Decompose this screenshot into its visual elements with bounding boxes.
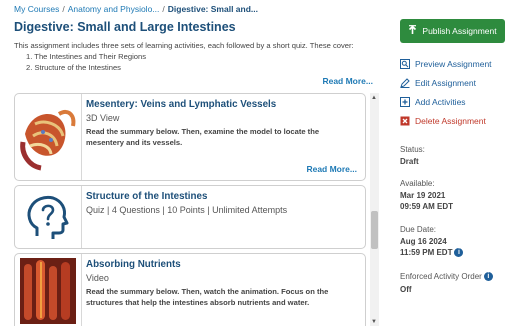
pencil-icon — [400, 78, 410, 88]
scroll-up-icon[interactable]: ▲ — [371, 95, 377, 101]
publish-label: Publish Assignment — [422, 26, 497, 36]
topic-item: 1. The Intestines and Their Regions — [26, 52, 147, 61]
available-label: Available: — [400, 179, 435, 188]
due-date-value: Aug 16 2024 — [400, 237, 447, 246]
add-label: Add Activities — [415, 97, 466, 107]
activity-type: 3D View — [86, 113, 120, 123]
edit-label: Edit Assignment — [415, 78, 476, 88]
info-icon[interactable]: i — [454, 248, 464, 258]
head-question-icon — [15, 186, 82, 248]
edit-assignment-button[interactable]: Edit Assignment — [400, 78, 476, 88]
breadcrumb-separator: / — [162, 4, 165, 14]
publish-assignment-button[interactable]: Publish Assignment — [400, 19, 505, 43]
enforced-order-row: Enforced Activity Order i — [400, 272, 493, 282]
scrollbar-thumb[interactable] — [371, 211, 378, 249]
due-time-value: 11:59 PM EDT — [400, 248, 453, 257]
delete-icon — [400, 116, 410, 126]
delete-assignment-button[interactable]: Delete Assignment — [400, 116, 486, 126]
add-activities-button[interactable]: Add Activities — [400, 97, 466, 107]
activity-summary: Read the summary below. Then, watch the … — [86, 287, 329, 307]
preview-label: Preview Assignment — [415, 59, 492, 69]
assignment-sidebar: Publish Assignment Preview Assignment Ed… — [390, 0, 515, 334]
due-date-label: Due Date: — [400, 225, 437, 234]
activity-type: Quiz | 4 Questions | 10 Points | Unlimit… — [86, 205, 288, 215]
breadcrumb-my-courses[interactable]: My Courses — [14, 4, 59, 14]
breadcrumb-separator: / — [62, 4, 65, 14]
activity-card-mesentery[interactable]: Mesentery: Veins and Lymphatic Vessels 3… — [14, 93, 366, 181]
available-time: 09:59 AM EDT — [400, 202, 454, 211]
info-icon[interactable]: i — [483, 272, 493, 282]
status-value: Draft — [400, 157, 419, 166]
preview-icon — [400, 59, 410, 69]
read-more-link[interactable]: Read More... — [322, 76, 373, 86]
topic-item: 2. Structure of the Intestines — [26, 63, 121, 72]
activity-scrollbar[interactable]: ▲ ▼ — [370, 93, 379, 326]
status-label: Status: — [400, 145, 425, 154]
assignment-main: My Courses / Anatomy and Physiolo... / Diges… — [0, 0, 385, 334]
scroll-down-icon[interactable]: ▼ — [371, 319, 377, 325]
activity-title[interactable]: Absorbing Nutrients — [86, 259, 359, 270]
activity-type: Video — [86, 273, 109, 283]
activity-body: Mesentery: Veins and Lymphatic Vessels 3… — [86, 99, 359, 148]
page-title: Digestive: Small and Large Intestines — [14, 20, 236, 34]
activity-title[interactable]: Structure of the Intestines — [86, 191, 359, 202]
breadcrumb: My Courses / Anatomy and Physiolo... / Diges… — [14, 4, 258, 14]
mesentery-model-image — [15, 94, 82, 180]
breadcrumb-current: Digestive: Small and... — [167, 4, 258, 14]
activity-body: Absorbing Nutrients Video Read the summa… — [86, 259, 359, 308]
activity-card-structure-quiz[interactable]: Structure of the Intestines Quiz | 4 Que… — [14, 185, 366, 249]
topic-list: 1. The Intestines and Their Regions 2. S… — [14, 51, 376, 73]
enforced-order-label: Enforced Activity Order — [400, 272, 482, 281]
due-time-row: 11:59 PM EDT i — [400, 247, 464, 258]
activity-title[interactable]: Mesentery: Veins and Lymphatic Vessels — [86, 99, 359, 110]
available-date: Mar 19 2021 — [400, 191, 446, 200]
upload-icon — [408, 25, 417, 37]
activity-summary: Read the summary below. Then, examine th… — [86, 127, 320, 147]
intestinal-villi-image — [15, 254, 82, 326]
activity-card-absorbing-nutrients[interactable]: Absorbing Nutrients Video Read the summa… — [14, 253, 366, 326]
breadcrumb-course[interactable]: Anatomy and Physiolo... — [68, 4, 160, 14]
plus-square-icon — [400, 97, 410, 107]
activity-list: Mesentery: Veins and Lymphatic Vessels 3… — [14, 93, 380, 326]
enforced-order-value: Off — [400, 285, 412, 294]
preview-assignment-button[interactable]: Preview Assignment — [400, 59, 492, 69]
delete-label: Delete Assignment — [415, 116, 486, 126]
assignment-description: This assignment includes three sets of l… — [14, 40, 376, 73]
activity-body: Structure of the Intestines Quiz | 4 Que… — [86, 191, 359, 215]
description-text: This assignment includes three sets of l… — [14, 41, 354, 50]
activity-read-more-link[interactable]: Read More... — [306, 164, 357, 174]
